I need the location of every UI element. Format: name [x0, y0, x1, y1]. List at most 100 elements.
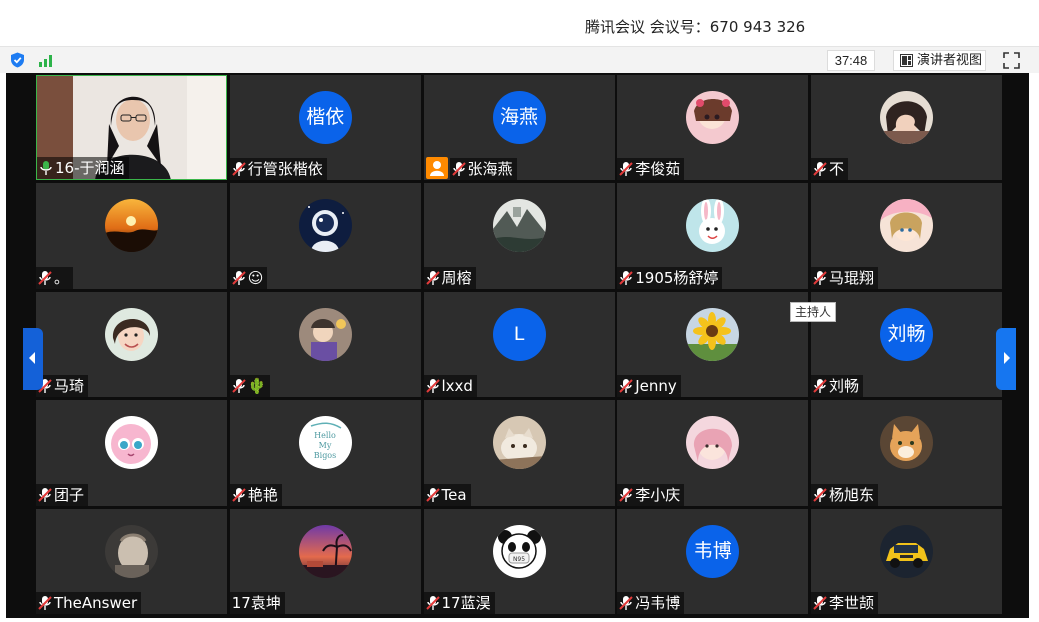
participant-name: 行管张楷依: [247, 160, 323, 179]
host-tooltip: 主持人: [790, 302, 837, 322]
participant-avatar: 楷依: [298, 91, 352, 144]
participant-avatar: 韦博: [686, 524, 740, 578]
participant-tile[interactable]: 刘畅 刘畅: [811, 291, 1002, 398]
character-avatar: [298, 307, 352, 361]
participant-tile[interactable]: 马琨翔: [811, 183, 1002, 289]
mic-muted-icon: [813, 379, 827, 394]
participant-tile[interactable]: 马琦: [36, 291, 227, 398]
participant-avatar: [686, 199, 740, 253]
previous-page-button[interactable]: [23, 328, 43, 390]
participant-nametag: 团子: [36, 483, 89, 506]
shield-icon[interactable]: [10, 52, 25, 68]
participant-nametag: 马琨翔: [811, 266, 879, 289]
sculpture-avatar: [105, 524, 158, 578]
participant-avatar: [105, 416, 158, 470]
participant-avatar: 刘畅: [880, 307, 933, 361]
participant-avatar: [105, 199, 158, 253]
participant-tile[interactable]: 16-于润涵: [36, 75, 227, 181]
participant-name: 李世颉: [829, 593, 875, 612]
speaker-view-label: 演讲者视图: [917, 53, 983, 68]
title-bar: 腾讯会议 会议号：670 943 326: [0, 0, 1039, 46]
mic-muted-icon: [38, 270, 52, 285]
participant-nametag: Tea: [423, 483, 471, 506]
signal-icon[interactable]: [38, 53, 55, 67]
mic-muted-icon: [232, 162, 246, 177]
participant-avatar: [880, 416, 933, 470]
participant-name: 马琦: [54, 377, 85, 396]
pink-jigglypuff-avatar: [105, 416, 158, 470]
participant-tile[interactable]: 李小庆: [617, 400, 809, 506]
hello-my-bigos-avatar: HelloMyBigos: [298, 416, 352, 470]
participant-tile[interactable]: 17袁坤: [229, 508, 421, 614]
participant-tile[interactable]: 周榕: [423, 183, 615, 289]
participant-tile[interactable]: 不: [811, 75, 1002, 181]
participant-avatar: [105, 307, 158, 361]
speaker-view-button[interactable]: 演讲者视图: [893, 50, 986, 71]
participant-nametag: 马琦: [36, 375, 89, 398]
orange-cat-avatar: [880, 416, 933, 470]
participant-tile[interactable]: 杨旭东: [811, 400, 1002, 506]
participant-nametag: 16-于润涵: [37, 157, 129, 180]
participant-tile[interactable]: 1905杨舒婷: [617, 183, 809, 289]
participant-tile[interactable]: 。: [36, 183, 227, 289]
participant-name: 张海燕: [467, 160, 513, 179]
participant-tile[interactable]: Hello My Bigos 艳艳: [229, 400, 421, 506]
participant-nametag: 李小庆: [617, 483, 685, 506]
participant-tile[interactable]: ☺: [229, 183, 421, 289]
cartoon-rabbit-avatar: [686, 199, 740, 253]
participant-tile[interactable]: N95 17蓝淏: [423, 508, 615, 614]
mic-on-icon: [40, 161, 52, 176]
mic-muted-icon: [425, 379, 440, 394]
mic-muted-icon: [425, 487, 440, 502]
meeting-window: 腾讯会议 会议号：670 943 326 37:48 演讲者视图 16-于润涵 …: [0, 0, 1039, 622]
svg-text:My: My: [318, 441, 331, 450]
participant-name: 杨旭东: [829, 485, 875, 504]
participant-avatar: [492, 416, 546, 470]
participant-tile[interactable]: 李世颉: [811, 508, 1002, 614]
mic-muted-icon: [813, 270, 827, 285]
participant-name: 不: [829, 160, 845, 179]
participant-nametag: 17袁坤: [229, 591, 285, 614]
mic-muted-icon: [619, 270, 633, 285]
woman-portrait-avatar: [880, 91, 933, 144]
mic-muted-icon: [451, 162, 466, 177]
participant-nametag: TheAnswer: [36, 591, 142, 614]
participant-tile[interactable]: 团子: [36, 400, 227, 506]
participant-avatar: [298, 199, 352, 253]
participant-avatar: [492, 199, 546, 253]
anime-girl-avatar: [686, 91, 740, 144]
participant-tile[interactable]: 李俊茹: [617, 75, 809, 181]
mic-muted-icon: [813, 487, 827, 502]
svg-text:N95: N95: [512, 556, 524, 563]
participant-tile[interactable]: 韦博 冯韦博: [617, 508, 809, 614]
participant-nametag: 张海燕: [449, 158, 517, 181]
host-badge-icon: [425, 157, 448, 180]
mic-muted-icon: [619, 487, 633, 502]
fullscreen-icon[interactable]: [1003, 52, 1020, 69]
participant-nametag: 李俊茹: [617, 158, 685, 181]
participant-tile[interactable]: Jenny: [617, 291, 809, 398]
participant-tile[interactable]: 🌵: [229, 291, 421, 398]
participant-nametag: 刘畅: [811, 375, 864, 398]
mic-muted-icon: [813, 595, 827, 610]
participant-tile[interactable]: 海燕 张海燕: [423, 75, 615, 181]
participant-name: 周榕: [441, 268, 472, 287]
participant-name: TheAnswer: [54, 593, 138, 612]
participant-nametag: Jenny: [617, 375, 681, 398]
participant-name: 冯韦博: [635, 593, 681, 612]
cat-avatar: [492, 416, 546, 470]
mic-muted-icon: [813, 162, 827, 177]
participant-tile[interactable]: TheAnswer: [36, 508, 227, 614]
sunset-avatar: [105, 199, 158, 253]
participant-tile[interactable]: 楷依行管张楷依: [229, 75, 421, 181]
participant-name: 16-于润涵: [55, 159, 125, 178]
next-page-button[interactable]: [996, 328, 1016, 390]
mic-muted-icon: [619, 379, 633, 394]
yellow-car-avatar: [880, 524, 933, 578]
participant-avatar: Hello My Bigos: [298, 416, 352, 470]
participant-tile[interactable]: Llxxd: [423, 291, 615, 398]
participant-tile[interactable]: Tea: [423, 400, 615, 506]
participant-name: 🌵: [247, 377, 267, 396]
video-stage: 16-于润涵 楷依 行管张楷依 海燕 张海燕 李俊茹不。 ☺ 周榕 1905杨舒婷 马琨翔 马琦 🌵 L…: [0, 73, 1039, 622]
participant-nametag: 杨旭东: [811, 483, 879, 506]
